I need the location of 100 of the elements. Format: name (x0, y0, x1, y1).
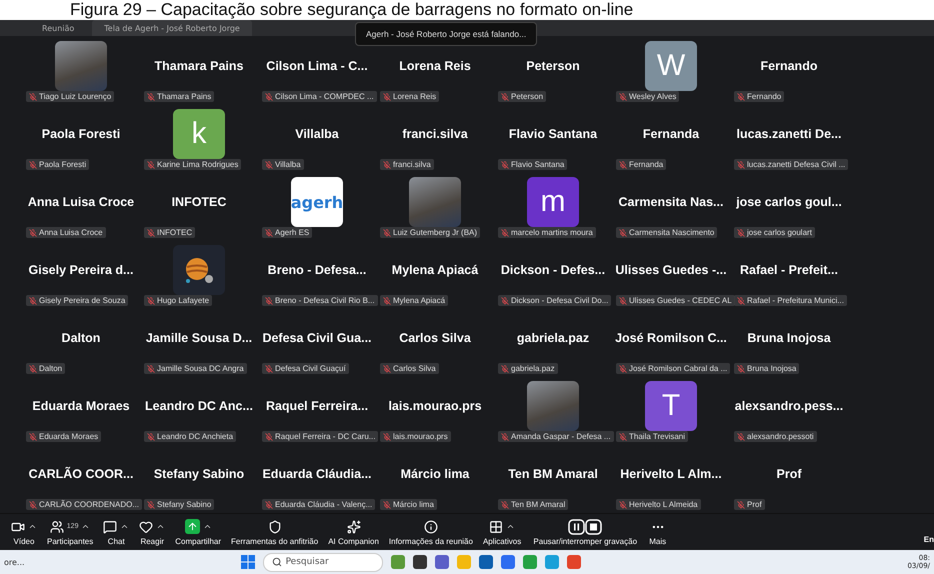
heart-icon (139, 520, 154, 534)
letter-avatar: k (173, 109, 225, 159)
participant-name: Defesa Civil Gua... (262, 331, 372, 345)
participant-label: Mylena Apiacá (393, 296, 446, 305)
participant-name: José Romilson C... (615, 331, 727, 345)
toolbar-button[interactable]: AI Companion (323, 518, 384, 546)
figure-caption: Figura 29 – Capacitação sobre segurança de barragens no formato on-line (0, 0, 934, 20)
participant-label: Defesa Civil Guaçuí (275, 364, 346, 373)
toolbar-button[interactable]: Mais (644, 518, 672, 546)
participant-label: Luiz Gutemberg Jr (BA) (393, 228, 478, 237)
participant-name: Cilson Lima - C... (266, 59, 368, 73)
participant-name: Peterson (526, 59, 580, 73)
participant-name: Rafael - Prefeit... (740, 263, 838, 277)
app-icon[interactable] (434, 555, 449, 569)
letter-avatar: T (645, 381, 697, 431)
participant-name: Ten BM Amaral (508, 467, 598, 481)
photo-placeholder (527, 381, 579, 431)
pause-stop-icon (568, 518, 602, 534)
participant-label: Tiago Luiz Lourenço (39, 92, 112, 101)
participant-name: Dalton (62, 331, 100, 345)
chat-icon (103, 520, 118, 534)
participant-name: Breno - Defesa... (268, 263, 366, 277)
participant-label: Carmensita Nascimento (629, 228, 714, 237)
participant-label: Gisely Pereira de Souza (39, 296, 126, 305)
search-field[interactable]: Pesquisar (262, 552, 383, 572)
participant-label: Márcio lima (393, 500, 434, 509)
participant-label: Carlos Silva (393, 364, 436, 373)
photo-placeholder (55, 41, 107, 91)
letter-avatar: W (645, 41, 697, 91)
participant-name: CARLÃO COOR... (28, 467, 134, 481)
toolbar-button[interactable]: Vídeo (6, 518, 42, 546)
participant-name: Fernando (760, 59, 818, 73)
participant-label: Ten BM Amaral (511, 500, 566, 509)
participant-label: Paola Foresti (39, 160, 86, 169)
participant-label: lucas.zanetti Defesa Civil ... (747, 160, 846, 169)
window-tab[interactable]: Tela de Agerh - José Roberto Jorge (92, 20, 252, 36)
participant-name: Bruna Inojosa (747, 331, 831, 345)
participant-name: alexsandro.pess... (734, 399, 844, 413)
participant-label: Leandro DC Anchieta (157, 432, 234, 441)
participant-label: Anna Luisa Croce (39, 228, 103, 237)
participant-name: Leandro DC Anc... (145, 399, 253, 413)
participant-label: Fernanda (629, 160, 664, 169)
participant-label: alexsandro.pessoti (747, 432, 814, 441)
participant-label: Eduarda Cláudia - Valenç... (275, 500, 372, 509)
participant-name: Márcio lima (400, 467, 470, 481)
app-icon[interactable] (412, 555, 427, 569)
toolbar-button[interactable]: Chat (98, 518, 134, 546)
participant-label: Herivelto L Almeida (629, 500, 698, 509)
participant-label: lais.mourao.prs (393, 432, 448, 441)
participant-name: INFOTEC (172, 195, 226, 209)
toolbar-button[interactable]: Aplicativos (478, 518, 526, 546)
participant-label: Thaila Trevisani (629, 432, 686, 441)
taskbar-text: ore... (4, 558, 25, 566)
participant-label: Breno - Defesa Civil Rio B... (275, 296, 375, 305)
participant-name: Raquel Ferreira... (266, 399, 368, 413)
participant-label: Raquel Ferreira - DC Caru... (275, 432, 376, 441)
participant-label: Dickson - Defesa Civil Do... (511, 296, 608, 305)
participant-name: Eduarda Cláudia... (262, 467, 372, 481)
apps-icon (489, 520, 504, 534)
toolbar-button[interactable]: Reagir (134, 518, 170, 546)
participant-label: Peterson (511, 92, 544, 101)
participant-name: Stefany Sabino (154, 467, 244, 481)
participant-name: Gisely Pereira d... (28, 263, 134, 277)
participant-name: Ulisses Guedes -... (615, 263, 727, 277)
participant-name: Jamille Sousa D... (146, 331, 252, 345)
participant-label: Ulisses Guedes - CEDEC AL (629, 296, 732, 305)
window-tab[interactable]: Reunião (30, 20, 86, 36)
participant-name: Thamara Pains (154, 59, 244, 73)
participant-label: Thamara Pains (157, 92, 212, 101)
participant-name: Herivelto L Alm... (620, 467, 722, 481)
participant-name: Dickson - Defes... (500, 263, 606, 277)
participant-label: franci.silva (393, 160, 431, 169)
end-button[interactable]: En (924, 520, 934, 544)
participant-name: Carlos Silva (399, 331, 471, 345)
app-icon[interactable] (478, 555, 493, 569)
participant-label: marcelo martins moura (511, 228, 593, 237)
participant-name: Paola Foresti (42, 127, 120, 141)
participant-name: Villalba (295, 127, 339, 141)
participant-label: CARLÃO COORDENADO... (39, 500, 140, 509)
letter-avatar: m (527, 177, 579, 227)
participant-name: lais.mourao.prs (388, 399, 482, 413)
participant-label: Villalba (275, 160, 301, 169)
participant-label: Wesley Alves (629, 92, 676, 101)
windows-logo-icon[interactable] (240, 555, 255, 569)
participant-label: jose carlos goulart (747, 228, 812, 237)
participant-label: Stefany Sabino (157, 500, 212, 509)
participant-name: lucas.zanetti De... (736, 127, 842, 141)
participant-label: Agerh ES (275, 228, 310, 237)
toolbar-button[interactable]: Pausar/interromper gravação (526, 518, 644, 546)
participant-name: Carmensita Nas... (618, 195, 724, 209)
toolbar-button[interactable]: Compartilhar (170, 518, 226, 546)
participant-name: Lorena Reis (399, 59, 471, 73)
participant-name: Mylena Apiacá (392, 263, 478, 277)
participant-label: Amanda Gaspar - Defesa ... (511, 432, 611, 441)
toolbar-button[interactable]: Ferramentas do anfitrião (226, 518, 324, 546)
participant-label: Prof (747, 500, 762, 509)
share-icon (184, 519, 200, 534)
people-icon (50, 520, 64, 534)
participant-name: Eduarda Moraes (32, 399, 130, 413)
toolbar-button[interactable]: Informações da reunião (384, 518, 478, 546)
